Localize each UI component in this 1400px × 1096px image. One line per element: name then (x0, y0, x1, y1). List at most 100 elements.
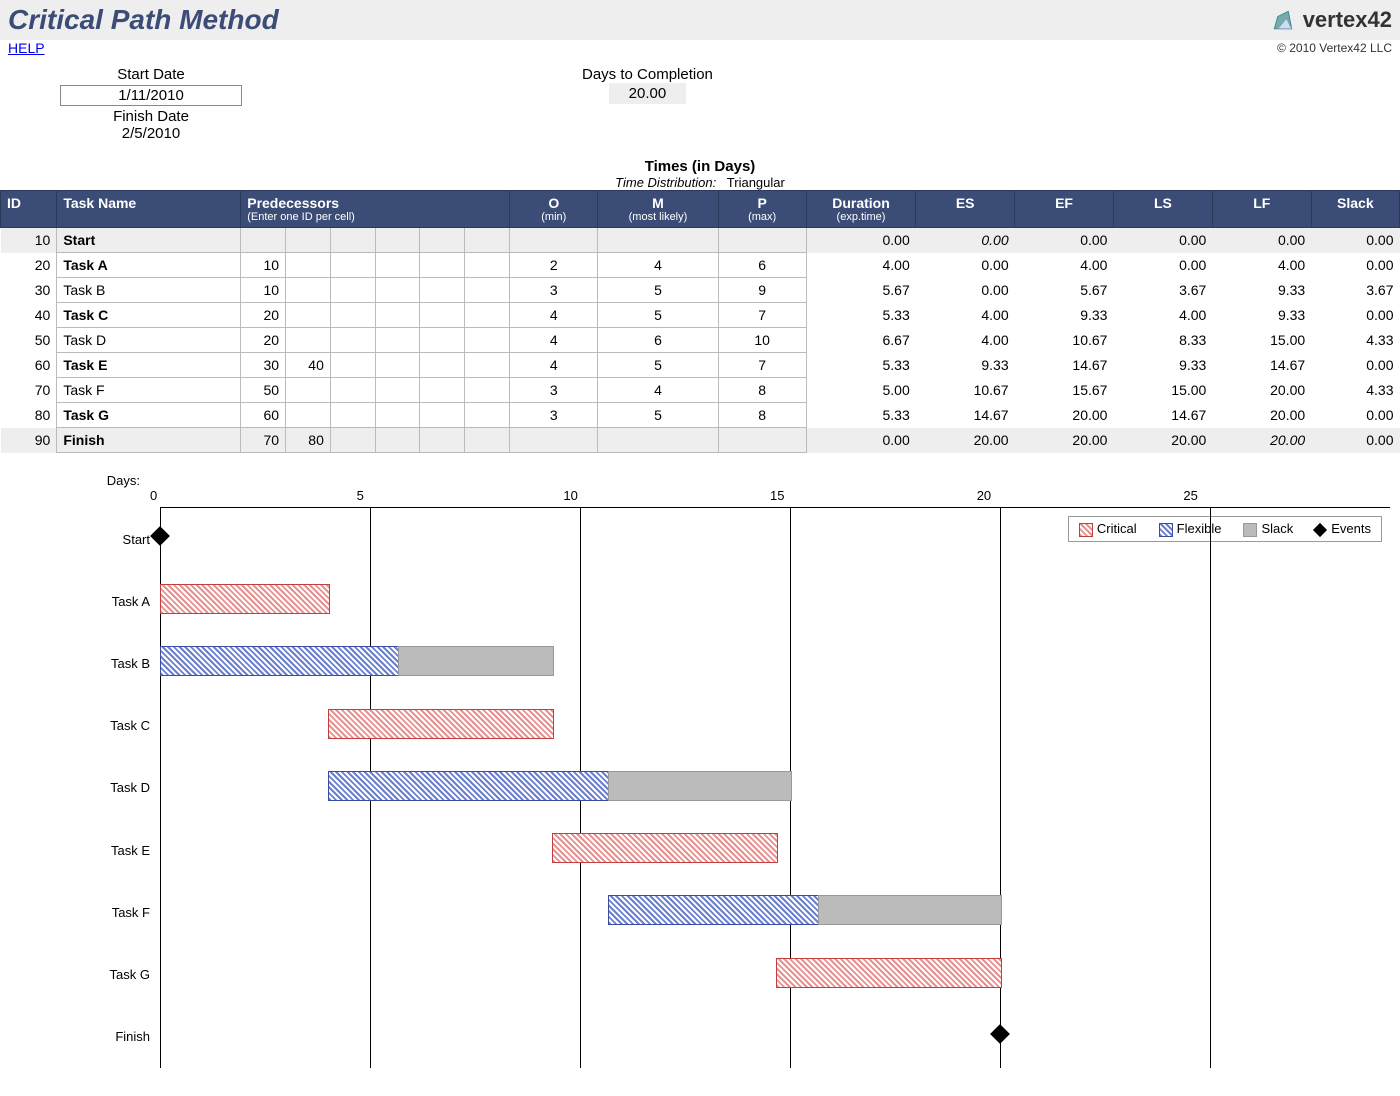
cell[interactable]: 3 (510, 403, 598, 428)
cell[interactable] (330, 428, 375, 453)
cell[interactable] (598, 428, 718, 453)
cell[interactable] (286, 303, 331, 328)
brand-text: vertex42 (1303, 7, 1392, 33)
cell[interactable] (465, 303, 510, 328)
cell[interactable] (420, 403, 465, 428)
cell[interactable] (375, 228, 420, 253)
cell[interactable]: 30 (241, 353, 286, 378)
cell[interactable] (330, 253, 375, 278)
cell[interactable]: 4 (510, 303, 598, 328)
copyright: © 2010 Vertex42 LLC (1277, 41, 1392, 55)
cell[interactable]: 3 (510, 378, 598, 403)
cell[interactable]: 8 (718, 403, 806, 428)
cell[interactable] (598, 228, 718, 253)
cell: Task B (57, 278, 241, 303)
cell[interactable] (375, 378, 420, 403)
cell[interactable] (465, 228, 510, 253)
cell[interactable]: 60 (241, 403, 286, 428)
cell[interactable] (465, 353, 510, 378)
cell: 9.33 (1212, 303, 1311, 328)
col-ef: EF (1015, 191, 1114, 228)
cell[interactable] (286, 328, 331, 353)
cell[interactable] (420, 253, 465, 278)
cell[interactable] (330, 228, 375, 253)
cell[interactable]: 80 (286, 428, 331, 453)
cell: 4.00 (1113, 303, 1212, 328)
cell[interactable]: 10 (241, 278, 286, 303)
cell[interactable]: 20 (241, 303, 286, 328)
cell[interactable] (465, 403, 510, 428)
cell[interactable] (330, 403, 375, 428)
cell[interactable]: 10 (241, 253, 286, 278)
cell[interactable] (286, 253, 331, 278)
cell[interactable]: 5 (598, 278, 718, 303)
cell[interactable] (241, 228, 286, 253)
cell[interactable] (330, 378, 375, 403)
cell[interactable] (375, 278, 420, 303)
cell[interactable]: 20 (241, 328, 286, 353)
cell[interactable]: 2 (510, 253, 598, 278)
cell[interactable] (718, 228, 806, 253)
cell[interactable] (286, 228, 331, 253)
cell[interactable]: 4 (598, 253, 718, 278)
gantt-row-label: Task D (10, 780, 160, 795)
cell[interactable] (718, 428, 806, 453)
cell[interactable]: 7 (718, 353, 806, 378)
cell[interactable] (420, 278, 465, 303)
cell: 14.67 (916, 403, 1015, 428)
cell[interactable]: 40 (286, 353, 331, 378)
cell[interactable] (330, 278, 375, 303)
cell[interactable]: 4 (598, 378, 718, 403)
cell: Task E (57, 353, 241, 378)
cell[interactable] (375, 353, 420, 378)
cell[interactable] (510, 428, 598, 453)
cell[interactable]: 3 (510, 278, 598, 303)
cell[interactable] (420, 428, 465, 453)
cell[interactable] (375, 403, 420, 428)
cell[interactable] (465, 328, 510, 353)
cell: 0.00 (1113, 253, 1212, 278)
cell[interactable] (286, 278, 331, 303)
cell[interactable] (286, 403, 331, 428)
cell[interactable]: 8 (718, 378, 806, 403)
cell[interactable] (375, 253, 420, 278)
cell[interactable] (330, 303, 375, 328)
cell[interactable]: 50 (241, 378, 286, 403)
cell[interactable] (420, 228, 465, 253)
cell[interactable] (420, 328, 465, 353)
cell[interactable]: 7 (718, 303, 806, 328)
table-row: 50Task D2046106.674.0010.678.3315.004.33 (1, 328, 1400, 353)
cell[interactable]: 5 (598, 403, 718, 428)
cell[interactable] (420, 378, 465, 403)
help-link[interactable]: HELP (8, 40, 45, 56)
cell: 20.00 (1015, 428, 1114, 453)
cell[interactable]: 6 (598, 328, 718, 353)
cell[interactable] (465, 278, 510, 303)
cell[interactable]: 9 (718, 278, 806, 303)
cell[interactable]: 4 (510, 353, 598, 378)
cell[interactable]: 4 (510, 328, 598, 353)
cell[interactable] (330, 328, 375, 353)
cell[interactable] (375, 428, 420, 453)
gantt-row-body (160, 1006, 1390, 1068)
cell[interactable] (375, 303, 420, 328)
cell[interactable] (375, 328, 420, 353)
col-ls: LS (1113, 191, 1212, 228)
cell[interactable] (420, 353, 465, 378)
cell[interactable] (510, 228, 598, 253)
gantt-row-label: Task C (10, 718, 160, 733)
x-axis-ticks: 0510152025 (150, 488, 1390, 503)
cell[interactable] (465, 253, 510, 278)
cell: 5.33 (806, 353, 915, 378)
start-date-input[interactable]: 1/11/2010 (60, 85, 242, 106)
cell[interactable] (286, 378, 331, 403)
cell[interactable]: 10 (718, 328, 806, 353)
cell[interactable]: 70 (241, 428, 286, 453)
cell[interactable] (330, 353, 375, 378)
cell[interactable] (420, 303, 465, 328)
cell[interactable]: 6 (718, 253, 806, 278)
cell[interactable] (465, 378, 510, 403)
cell[interactable]: 5 (598, 303, 718, 328)
cell[interactable]: 5 (598, 353, 718, 378)
cell[interactable] (465, 428, 510, 453)
